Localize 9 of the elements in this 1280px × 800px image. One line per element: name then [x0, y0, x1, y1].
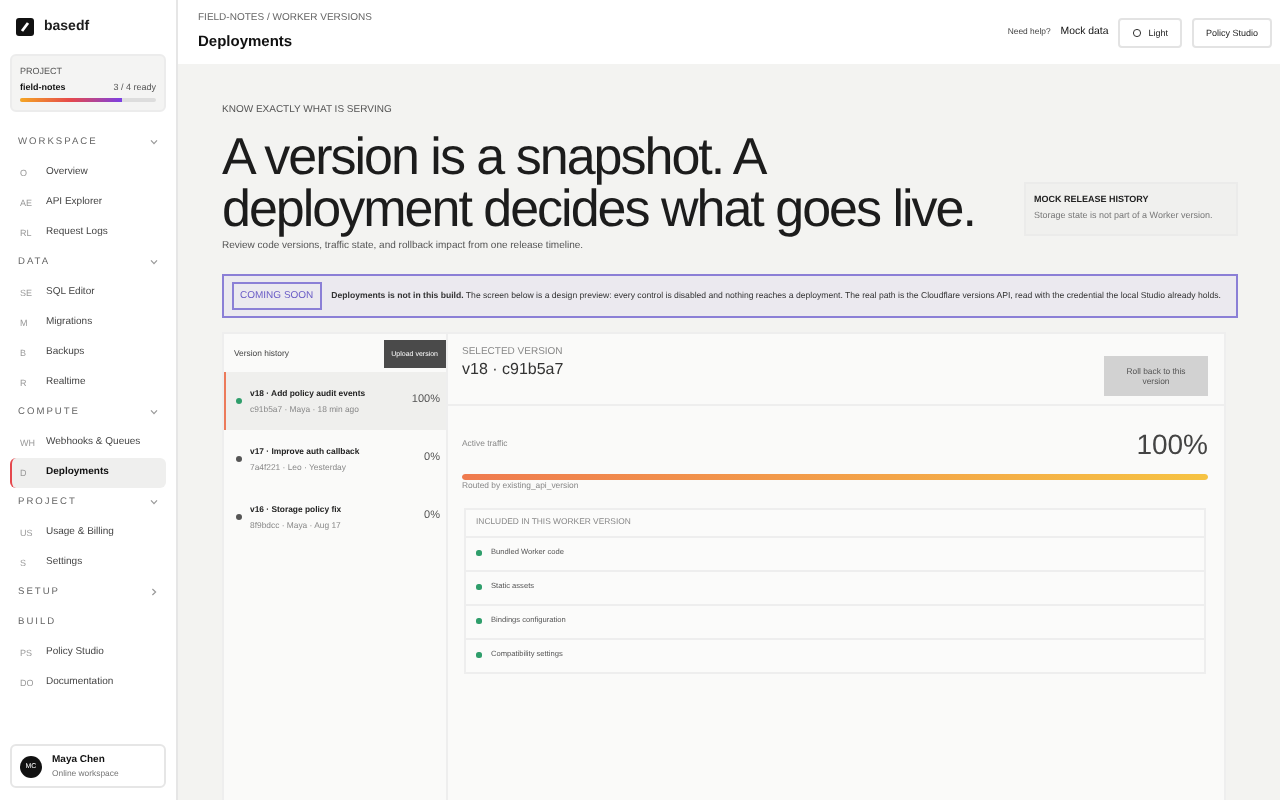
- bullet-icon: [476, 550, 481, 556]
- bullet-icon: [476, 652, 481, 658]
- bullet-icon: [476, 584, 481, 590]
- bullet-icon: [476, 618, 481, 624]
- version-id: v18 · c91b5a7: [462, 359, 564, 380]
- chevron-right-icon[interactable]: [150, 588, 158, 597]
- traffic-value: 100%: [1136, 426, 1208, 463]
- headline: A version is a snapshot. A deployment decides what goes live.: [222, 129, 977, 233]
- logo-icon: [16, 17, 34, 35]
